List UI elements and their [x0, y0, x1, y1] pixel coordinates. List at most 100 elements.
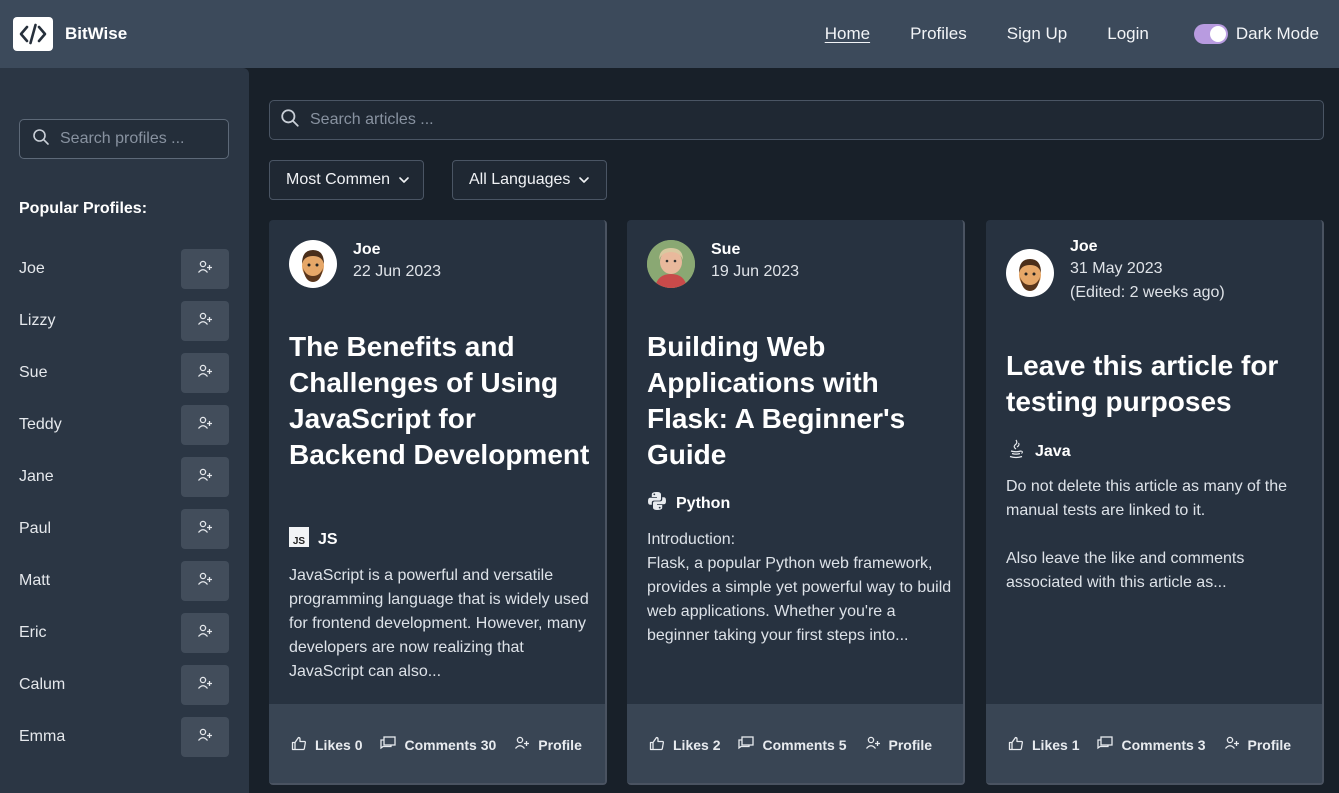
follow-button[interactable]	[181, 613, 229, 653]
article-search-input[interactable]	[310, 111, 1323, 129]
avatar[interactable]	[1006, 249, 1054, 297]
comments-count: Comments 3	[1121, 736, 1206, 753]
author-name[interactable]: Joe	[1070, 237, 1225, 257]
article-excerpt: Introduction: Flask, a popular Python we…	[647, 531, 952, 644]
language-tag: JS JS	[289, 527, 338, 552]
likes-count: Likes 0	[315, 736, 363, 753]
svg-text:JS: JS	[293, 536, 306, 547]
article-footer: Likes 0 Comments 30 Profile	[269, 704, 605, 783]
article-header: Joe 31 May 2023 (Edited: 2 weeks ago)	[1006, 237, 1225, 305]
sidebar: Popular Profiles: Joe Lizzy Sue Teddy Ja…	[0, 68, 249, 793]
toggle-knob	[1209, 26, 1226, 42]
nav-link-login[interactable]: Login	[1107, 24, 1149, 44]
article-excerpt: JavaScript is a powerful and versatile p…	[289, 567, 589, 680]
sort-dropdown[interactable]: Most Commen	[269, 160, 424, 200]
follow-button[interactable]	[181, 509, 229, 549]
comments-button[interactable]: Comments 3	[1097, 736, 1206, 753]
like-button[interactable]: Likes 0	[291, 736, 362, 754]
thumbs-up-icon	[1008, 736, 1032, 754]
profile-name[interactable]: Joe	[19, 260, 45, 278]
profile-row: Sue	[19, 347, 229, 399]
likes-count: Likes 1	[1032, 736, 1080, 753]
author-info: Joe 22 Jun 2023	[353, 240, 441, 288]
article-card[interactable]: Sue 19 Jun 2023 Building Web Application…	[627, 220, 965, 785]
popular-profiles-heading: Popular Profiles:	[19, 200, 148, 217]
profile-name[interactable]: Eric	[19, 624, 47, 642]
follow-button[interactable]	[181, 353, 229, 393]
profile-name[interactable]: Emma	[19, 728, 65, 746]
article-title[interactable]: The Benefits and Challenges of Using Jav…	[289, 329, 594, 473]
profile-name[interactable]: Calum	[19, 676, 65, 694]
article-date: 31 May 2023	[1070, 260, 1163, 277]
brand[interactable]: BitWise	[13, 17, 127, 51]
profile-name[interactable]: Sue	[19, 364, 47, 382]
add-user-icon	[197, 416, 213, 435]
profile-name[interactable]: Paul	[19, 520, 51, 538]
comments-icon	[1097, 736, 1121, 753]
profile-row: Emma	[19, 711, 229, 763]
follow-button[interactable]	[181, 301, 229, 341]
article-date: 22 Jun 2023	[353, 263, 442, 280]
js-icon: JS	[289, 527, 309, 552]
chevron-down-icon	[398, 176, 410, 184]
language-dropdown[interactable]: All Languages	[452, 160, 607, 200]
add-user-icon	[197, 312, 213, 331]
profile-name[interactable]: Jane	[19, 468, 54, 486]
article-footer: Likes 2 Comments 5 Profile	[627, 704, 963, 783]
python-icon	[647, 491, 667, 516]
profile-name[interactable]: Matt	[19, 572, 50, 590]
nav-links: Home Profiles Sign Up Login Dark Mode	[785, 0, 1319, 68]
follow-button[interactable]	[181, 249, 229, 289]
profile-button[interactable]: Profile	[1224, 736, 1292, 753]
article-card[interactable]: Joe 22 Jun 2023 The Benefits and Challen…	[269, 220, 607, 785]
profile-name[interactable]: Teddy	[19, 416, 62, 434]
top-navbar: BitWise Home Profiles Sign Up Login Dark…	[0, 0, 1339, 68]
avatar[interactable]	[289, 240, 337, 288]
add-user-icon	[197, 260, 213, 279]
profile-link-label: Profile	[888, 736, 933, 753]
profile-button[interactable]: Profile	[865, 736, 933, 753]
search-icon	[32, 128, 50, 151]
nav-link-profiles[interactable]: Profiles	[910, 24, 967, 44]
article-header: Sue 19 Jun 2023	[647, 240, 799, 288]
likes-count: Likes 2	[673, 736, 721, 753]
language-tag: Java	[1006, 439, 1071, 464]
like-button[interactable]: Likes 2	[649, 736, 720, 754]
profile-row: Joe	[19, 243, 229, 295]
follow-button[interactable]	[181, 405, 229, 445]
profile-row: Matt	[19, 555, 229, 607]
dark-mode-toggle[interactable]	[1193, 24, 1228, 44]
follow-button[interactable]	[181, 561, 229, 601]
like-button[interactable]: Likes 1	[1008, 736, 1079, 754]
search-icon	[280, 108, 300, 133]
nav-link-sign-up[interactable]: Sign Up	[1007, 24, 1067, 44]
language-label: Java	[1035, 442, 1071, 460]
author-name[interactable]: Sue	[711, 240, 799, 260]
chevron-down-icon	[578, 176, 590, 184]
article-date: 19 Jun 2023	[711, 263, 800, 280]
comments-count: Comments 30	[404, 736, 497, 753]
author-name[interactable]: Joe	[353, 240, 441, 260]
nav-link-home[interactable]: Home	[825, 24, 870, 44]
profile-name[interactable]: Lizzy	[19, 312, 55, 330]
profile-search-input[interactable]	[60, 130, 228, 148]
add-user-icon	[197, 364, 213, 383]
article-search-box	[269, 100, 1324, 140]
comments-icon	[738, 736, 762, 753]
sort-dropdown-label: Most Commen	[286, 171, 391, 188]
article-excerpt: Do not delete this article as many of th…	[1006, 478, 1288, 591]
profile-link-label: Profile	[1247, 736, 1292, 753]
avatar[interactable]	[647, 240, 695, 288]
comments-button[interactable]: Comments 30	[380, 736, 496, 753]
follow-button[interactable]	[181, 665, 229, 705]
profile-row: Lizzy	[19, 295, 229, 347]
article-title[interactable]: Building Web Applications with Flask: A …	[647, 329, 952, 473]
profile-button[interactable]: Profile	[514, 736, 582, 753]
follow-button[interactable]	[181, 457, 229, 497]
article-title[interactable]: Leave this article for testing purposes	[1006, 348, 1311, 420]
language-tag: Python	[647, 491, 730, 516]
dark-mode-control: Dark Mode	[1193, 24, 1319, 44]
follow-button[interactable]	[181, 717, 229, 757]
article-card[interactable]: Joe 31 May 2023 (Edited: 2 weeks ago) Le…	[986, 220, 1324, 785]
comments-button[interactable]: Comments 5	[738, 736, 847, 753]
